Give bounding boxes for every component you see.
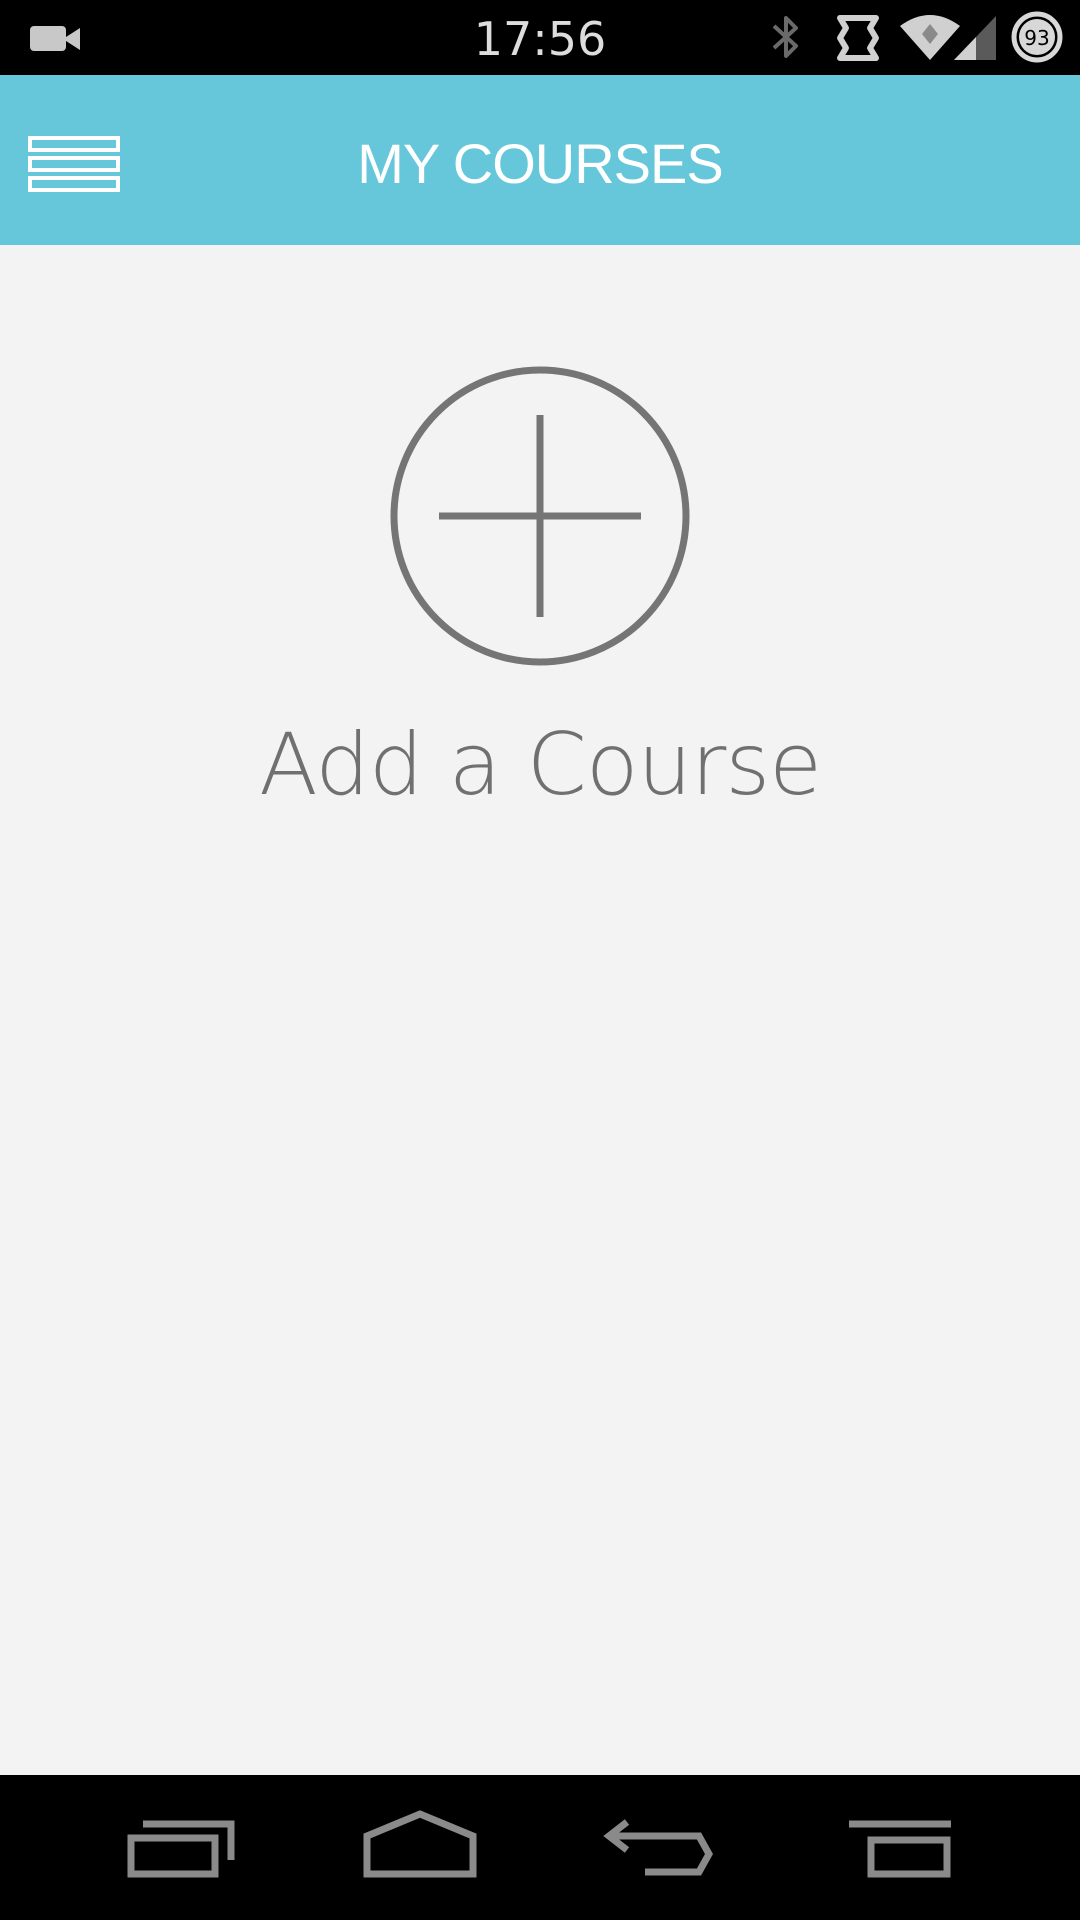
battery-level: 93 — [1024, 26, 1049, 50]
navigation-bar — [0, 1775, 1080, 1920]
add-course-button[interactable] — [388, 364, 692, 668]
home-icon — [355, 1800, 485, 1895]
data-sync-icon — [834, 0, 882, 79]
cell-signal-icon — [950, 0, 1000, 79]
plus-circle-icon — [388, 366, 692, 672]
page-title: MY COURSES — [357, 132, 723, 195]
back-icon — [595, 1800, 725, 1895]
add-course-label[interactable]: Add a Course — [0, 715, 1080, 815]
bluetooth-icon — [766, 0, 806, 79]
menu-button-nav[interactable] — [835, 1800, 965, 1895]
app-bar: MY COURSES — [0, 75, 1080, 245]
back-button[interactable] — [595, 1800, 725, 1895]
recent-apps-button[interactable] — [115, 1800, 245, 1895]
home-button[interactable] — [355, 1800, 485, 1895]
status-bar: 17:56 93 — [0, 0, 1080, 75]
battery-icon: 93 — [1010, 0, 1066, 79]
menu-icon — [835, 1800, 965, 1895]
hamburger-menu-icon — [20, 125, 130, 205]
menu-button[interactable] — [20, 125, 130, 205]
recent-apps-icon — [115, 1800, 245, 1895]
courses-content: Add a Course — [0, 245, 1080, 1775]
